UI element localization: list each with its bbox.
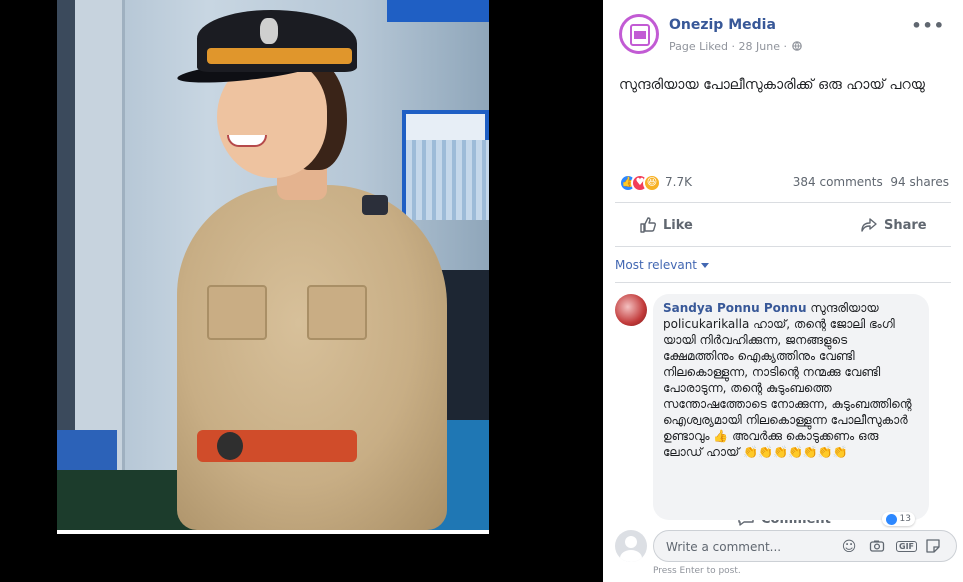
- user-avatar: [615, 530, 647, 562]
- haha-reaction-icon: 😆: [643, 174, 661, 192]
- comments-shares-count[interactable]: 384 comments 94 shares: [793, 175, 949, 189]
- globe-icon: [792, 41, 803, 51]
- commenter-avatar[interactable]: [615, 294, 647, 326]
- like-reaction-icon: [885, 513, 897, 525]
- gif-icon[interactable]: GIF: [896, 538, 918, 556]
- post-actions: Like Comment Share: [615, 208, 951, 527]
- comment-text: സുന്ദരിയായ policukarikalla ഹായ്, തന്റെ ജ…: [663, 301, 912, 459]
- comment-sort-dropdown[interactable]: Most relevant: [615, 258, 710, 272]
- emoji-icon[interactable]: ☺: [840, 538, 858, 556]
- page-avatar[interactable]: [619, 14, 659, 54]
- camera-icon[interactable]: [868, 538, 886, 556]
- page-name-link[interactable]: Onezip Media: [669, 17, 776, 33]
- comment-author-link[interactable]: Sandya Ponnu Ponnu: [663, 301, 806, 315]
- reactions-count[interactable]: 7.7K: [665, 175, 692, 189]
- uniform: [177, 185, 447, 530]
- comment-input-box[interactable]: ☺ GIF: [653, 530, 957, 562]
- comment-bubble: Sandya Ponnu Ponnu സുന്ദരിയായ policukari…: [653, 294, 929, 520]
- post-photo[interactable]: [57, 0, 489, 530]
- comment-input[interactable]: [666, 537, 836, 557]
- comment-composer: ☺ GIF: [615, 530, 959, 564]
- share-icon: [861, 218, 877, 232]
- reactions-summary[interactable]: 👍 ♥ 😆 7.7K 384 comments 94 shares: [619, 172, 949, 194]
- more-options-icon[interactable]: •••: [911, 16, 945, 35]
- post-text: സുന്ദരിയായ പോലീസുകാരിക്ക് ഒരു ഹായ് പറയു: [619, 77, 925, 93]
- sticker-icon[interactable]: [924, 538, 942, 556]
- caret-down-icon: [701, 263, 710, 268]
- post-panel: Onezip Media Page Liked · 28 June · ••• …: [603, 0, 963, 582]
- composer-hint: Press Enter to post.: [653, 566, 741, 576]
- photo-viewer: [0, 0, 603, 582]
- post-meta: Page Liked · 28 June ·: [669, 40, 803, 53]
- comment-reactions[interactable]: 13: [881, 512, 915, 526]
- like-button[interactable]: Like: [639, 208, 693, 242]
- share-button[interactable]: Share: [860, 208, 927, 242]
- post-header: Onezip Media Page Liked · 28 June · •••: [619, 14, 959, 58]
- thumbs-up-icon: [640, 217, 656, 233]
